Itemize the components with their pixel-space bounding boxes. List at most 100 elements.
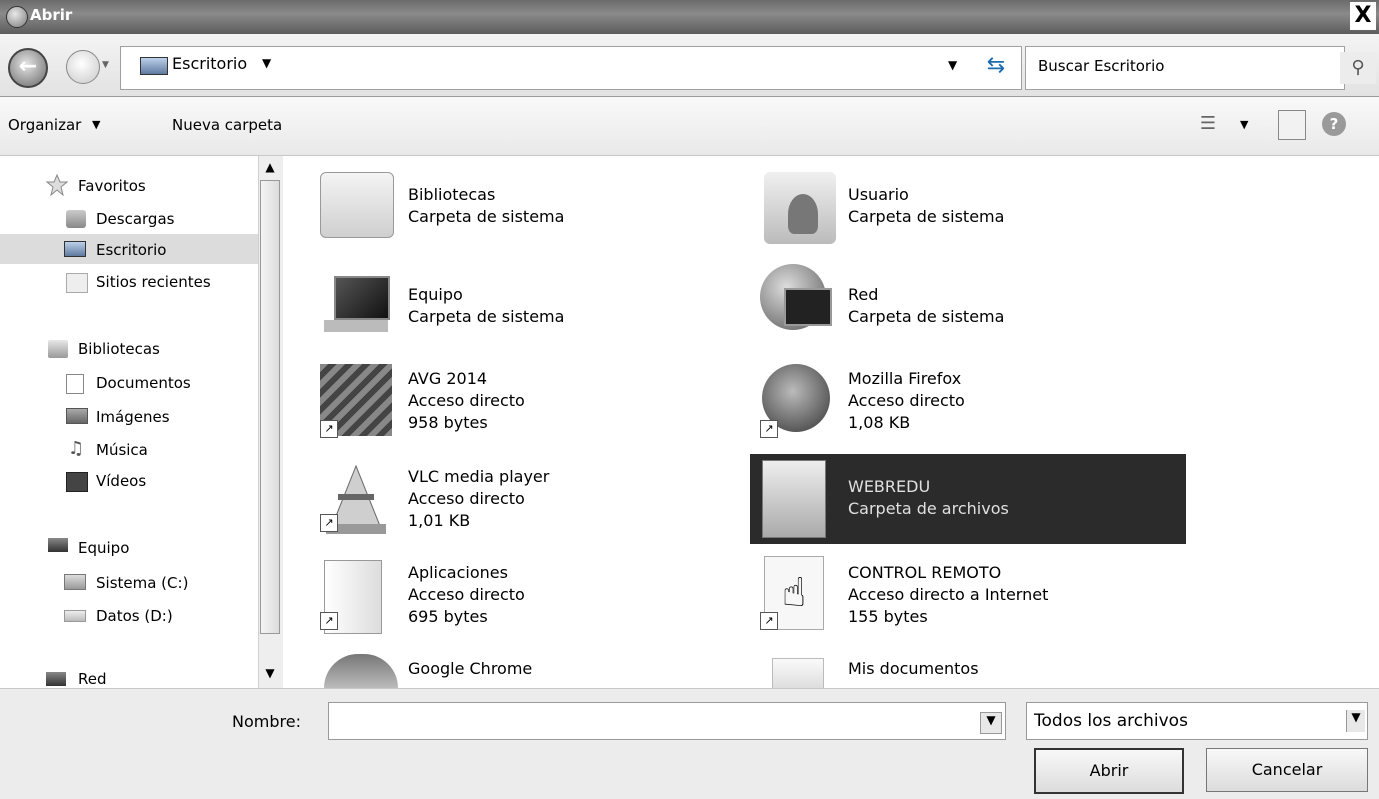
libraries-icon [320,172,394,238]
list-item[interactable]: Red Carpeta de sistema [848,284,1004,328]
list-item[interactable]: CONTROL REMOTO Acceso directo a Internet 1… [848,562,1048,628]
title-bar [0,0,1379,34]
star-icon [46,174,68,196]
content-scrollbar[interactable] [1352,156,1379,688]
shortcut-arrow-icon: ↗ [320,514,338,532]
breadcrumb-location[interactable]: Escritorio [172,54,247,73]
item-name: Red [848,285,879,304]
desktop-icon [140,57,168,75]
item-name: AVG 2014 [408,369,488,388]
scroll-up-icon[interactable]: ▲ [258,160,282,180]
network-icon [760,264,832,336]
item-type: Acceso directo [408,585,525,604]
list-item-selected[interactable]: WEBREDU Carpeta de archivos [848,476,1009,520]
network-icon [46,672,66,686]
item-name: Equipo [408,285,463,304]
list-item[interactable]: Aplicaciones Acceso directo 695 bytes [408,562,525,628]
chevron-down-icon[interactable]: ▼ [92,118,100,131]
chrome-icon [324,654,398,688]
shortcut-arrow-icon: ↗ [760,420,778,438]
item-name: CONTROL REMOTO [848,563,1002,582]
list-item[interactable]: Mis documentos [848,658,979,680]
item-name: Mis documentos [848,659,979,678]
cancel-button[interactable]: Cancelar [1206,748,1368,792]
nav-computer[interactable]: Equipo [78,539,129,557]
help-icon[interactable]: ? [1322,112,1346,136]
item-type: Acceso directo [408,489,525,508]
folder-icon [762,460,826,538]
recent-pages-dropdown[interactable]: ▼ [102,60,109,70]
item-name: Bibliotecas [408,185,496,204]
file-name-dropdown[interactable]: ▼ [980,712,1002,734]
nav-scroll-thumb[interactable] [260,180,280,634]
documents-icon [66,374,84,394]
item-name: Google Chrome [408,659,533,678]
chevron-down-icon[interactable]: ▼ [1346,710,1365,732]
view-options-dropdown[interactable]: ▼ [1240,118,1248,131]
item-name: Mozilla Firefox [848,369,962,388]
open-button[interactable]: Abrir [1034,748,1184,794]
item-size: 958 bytes [408,413,488,432]
item-type: Acceso directo [848,391,965,410]
nav-item-downloads[interactable]: Descargas [96,210,174,228]
list-item[interactable]: AVG 2014 Acceso directo 958 bytes [408,368,525,434]
computer-icon [320,270,392,342]
nav-item-music[interactable]: Música [96,441,148,459]
nav-item-pictures[interactable]: Imágenes [96,408,170,426]
nav-libraries[interactable]: Bibliotecas [78,340,160,358]
new-folder-button[interactable]: Nueva carpeta [172,116,282,134]
item-name: VLC media player [408,467,550,486]
nav-network[interactable]: Red [78,670,107,688]
refresh-icon[interactable]: ⇆ [976,52,1016,80]
back-button[interactable]: ← [8,48,48,88]
shortcut-arrow-icon: ↗ [320,420,338,438]
item-type: Carpeta de archivos [848,499,1009,518]
computer-icon [48,538,68,552]
scroll-down-icon[interactable]: ▼ [258,666,282,686]
list-item[interactable]: Bibliotecas Carpeta de sistema [408,184,564,228]
nav-item-drive-d[interactable]: Datos (D:) [96,607,173,625]
drive-c-icon [64,574,86,590]
shortcut-arrow-icon: ↗ [760,612,778,630]
nav-item-desktop[interactable]: Escritorio [96,241,166,259]
item-name: Usuario [848,185,909,204]
breadcrumb[interactable] [120,46,1022,90]
nav-item-drive-c[interactable]: Sistema (C:) [96,574,188,592]
breadcrumb-chevron-icon[interactable]: ▼ [262,56,271,70]
item-type: Carpeta de sistema [848,307,1005,326]
music-icon: ♫ [68,438,85,459]
nav-item-documents[interactable]: Documentos [96,374,191,392]
nav-item-recent[interactable]: Sitios recientes [96,273,211,291]
file-name-input[interactable] [328,702,1006,740]
item-type: Acceso directo a Internet [848,585,1049,604]
shortcut-arrow-icon: ↗ [320,612,338,630]
search-icon[interactable]: ⚲ [1340,52,1376,84]
item-size: 155 bytes [848,607,928,626]
item-type: Carpeta de sistema [848,207,1005,226]
search-placeholder: Buscar Escritorio [1038,57,1165,75]
pictures-icon [66,408,88,424]
item-size: 1,08 KB [848,413,911,432]
item-name: Aplicaciones [408,563,508,582]
organize-button[interactable]: Organizar [8,116,81,134]
list-item[interactable]: Usuario Carpeta de sistema [848,184,1004,228]
item-size: 1,01 KB [408,511,471,530]
videos-icon [66,472,88,492]
close-button[interactable]: X [1350,2,1376,30]
forward-button[interactable] [66,50,100,84]
change-view-icon[interactable]: ☰ [1196,113,1220,135]
recent-places-icon [66,273,88,293]
preview-pane-icon[interactable] [1278,110,1306,140]
item-type: Acceso directo [408,391,525,410]
file-name-label: Nombre: [232,712,301,731]
nav-item-videos[interactable]: Vídeos [96,472,146,490]
list-item[interactable]: Equipo Carpeta de sistema [408,284,564,328]
documents-icon [772,658,824,690]
nav-favorites[interactable]: Favoritos [78,177,146,195]
list-item[interactable]: Mozilla Firefox Acceso directo 1,08 KB [848,368,965,434]
list-item[interactable]: Google Chrome [408,658,532,680]
list-item[interactable]: VLC media player Acceso directo 1,01 KB [408,466,549,532]
downloads-icon [66,210,86,228]
item-name: WEBREDU [848,477,931,496]
address-history-dropdown[interactable]: ▼ [948,58,957,72]
